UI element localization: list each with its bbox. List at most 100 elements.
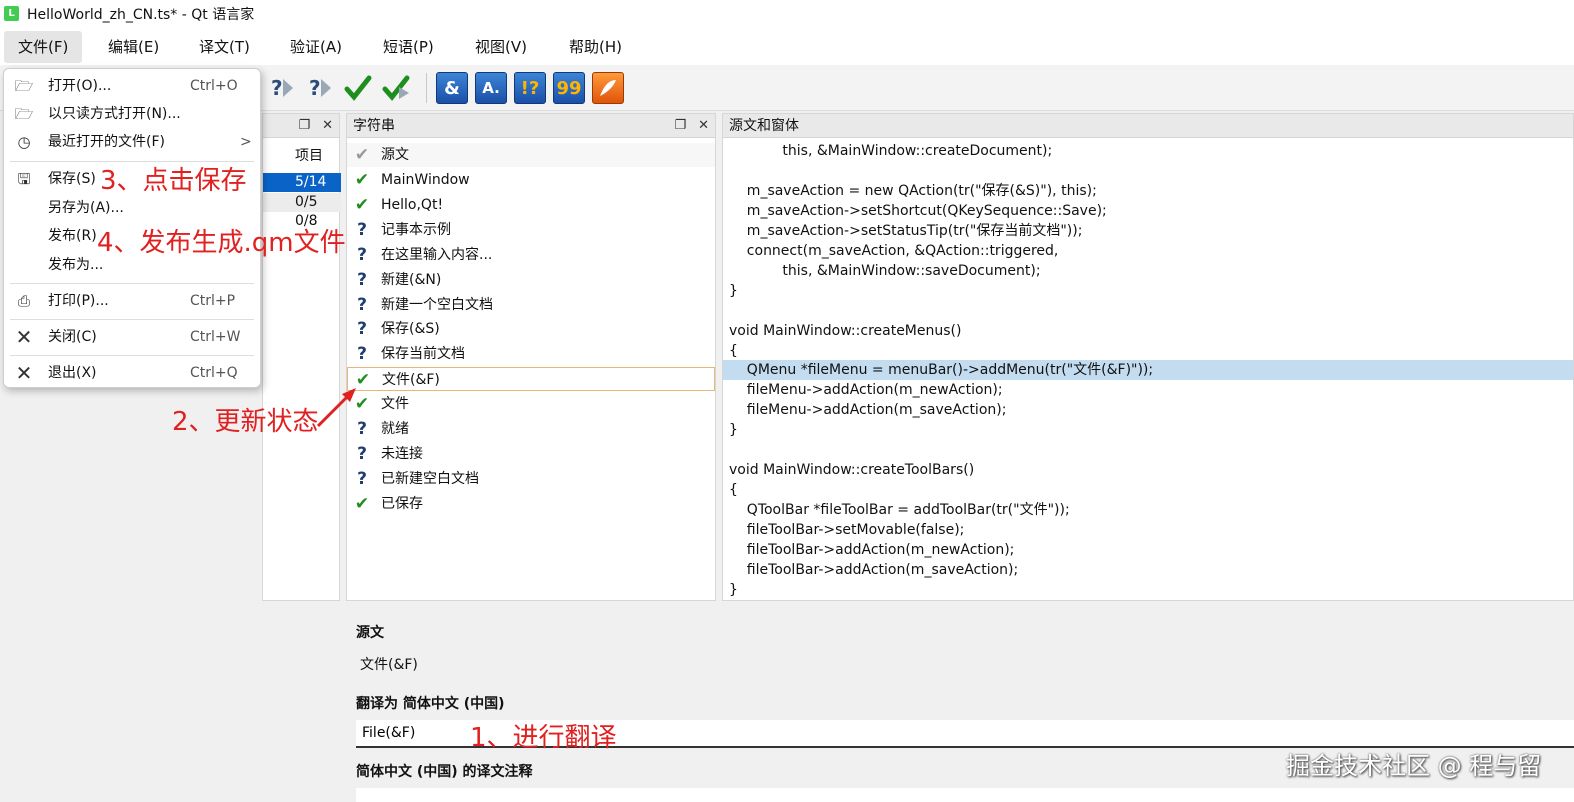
prev-unfinished-icon[interactable]: ? — [266, 72, 298, 104]
context-row-selected[interactable]: 5/14 — [263, 173, 341, 192]
menu-translation[interactable]: 译文(T) — [185, 31, 264, 63]
string-row-label: 新建(&N) — [381, 271, 442, 288]
string-row[interactable]: ? 保存(&S) — [347, 317, 715, 341]
printer-icon: ⎙ — [17, 292, 30, 310]
string-row-label: MainWindow — [381, 172, 470, 188]
question-icon: ? — [357, 269, 367, 290]
menu-view[interactable]: 视图(V) — [461, 31, 541, 63]
translate-label: 翻译为 简体中文 (中国) — [356, 696, 505, 712]
annotation-arrow — [316, 388, 356, 428]
string-row[interactable]: ? 在这里输入内容... — [347, 243, 715, 267]
string-row[interactable]: ? 记事本示例 — [347, 218, 715, 242]
menu-open-readonly-label: 以只读方式打开(N)... — [48, 106, 181, 122]
code-line: m_saveAction->setShortcut(QKeySequence::… — [729, 202, 1107, 219]
string-row[interactable]: ✔ 文件(&F) — [347, 367, 715, 392]
menu-file[interactable]: 文件(F) — [4, 31, 83, 63]
menu-recent-files[interactable]: ◷ 最近打开的文件(F) > — [4, 128, 260, 156]
menu-exit[interactable]: ✕ 退出(X) Ctrl+Q — [4, 359, 260, 387]
done-next-icon[interactable] — [342, 72, 374, 104]
title-bar: L HelloWorld_zh_CN.ts* - Qt 语言家 — [0, 0, 1574, 27]
window-title: HelloWorld_zh_CN.ts* - Qt 语言家 — [27, 6, 255, 23]
string-row[interactable]: ? 未连接 — [347, 442, 715, 466]
menu-open-readonly[interactable]: 🗁 以只读方式打开(N)... — [4, 100, 260, 128]
chevron-right-icon: > — [240, 134, 252, 150]
string-row-label: 未连接 — [381, 445, 423, 462]
ending-check-icon[interactable]: A. — [475, 72, 507, 104]
accelerator-check-icon[interactable]: & — [436, 72, 468, 104]
context-panel-title: ❐ ✕ — [263, 114, 339, 138]
string-row[interactable]: ✔ Hello,Qt! — [347, 193, 715, 217]
translation-check-icon[interactable] — [592, 72, 624, 104]
menu-print[interactable]: ⎙ 打印(P)... Ctrl+P — [4, 287, 260, 315]
menu-separator — [10, 283, 254, 284]
open-file-icon: 🗁 — [14, 77, 34, 95]
string-row-label: Hello,Qt! — [381, 196, 444, 213]
menu-open-label: 打开(O)... — [48, 78, 112, 94]
code-line: QMenu *fileMenu = menuBar()->addMenu(tr(… — [723, 360, 1573, 381]
menu-print-shortcut: Ctrl+P — [190, 293, 236, 309]
string-row[interactable]: ✔ 已保存 — [347, 492, 715, 516]
question-icon: ? — [357, 344, 367, 365]
next-unfinished-icon[interactable]: ? — [304, 72, 336, 104]
menu-release-as-label: 发布为... — [48, 257, 104, 273]
question-icon: ? — [357, 468, 367, 489]
phrase-check-icon[interactable]: !? — [514, 72, 546, 104]
string-row[interactable]: ✔ MainWindow — [347, 168, 715, 192]
string-row-label: 保存(&S) — [381, 321, 440, 338]
menu-open[interactable]: 🗁 打开(O)... Ctrl+O — [4, 72, 260, 100]
menu-open-shortcut: Ctrl+O — [190, 78, 238, 94]
close-icon[interactable]: ✕ — [698, 118, 709, 133]
code-line: fileToolBar->setMovable(false); — [729, 522, 965, 539]
string-row[interactable]: ✔ 文件 — [347, 392, 715, 416]
menu-validation[interactable]: 验证(A) — [276, 31, 356, 63]
context-panel: ❐ ✕ 项目 5/14 0/5 0/8 — [262, 113, 341, 601]
close-icon[interactable]: ✕ — [322, 118, 333, 133]
strings-header-label: 源文 — [381, 147, 409, 163]
menu-edit[interactable]: 编辑(E) — [94, 31, 173, 63]
menu-print-label: 打印(P)... — [48, 293, 109, 309]
done-icon[interactable] — [380, 72, 412, 104]
source-label: 源文 — [356, 625, 384, 641]
check-icon: ✔ — [354, 170, 370, 190]
string-row[interactable]: ? 新建一个空白文档 — [347, 293, 715, 317]
menu-bar: 文件(F) 编辑(E) 译文(T) 验证(A) 短语(P) 视图(V) 帮助(H… — [0, 27, 1574, 65]
question-icon: ? — [357, 443, 367, 464]
source-panel: 源文和窗体 this, &MainWindow::createDocument)… — [722, 113, 1574, 601]
menu-save-label: 保存(S) — [48, 171, 96, 187]
strings-panel-title-text: 字符串 — [353, 118, 395, 134]
question-icon: ? — [357, 219, 367, 240]
annotation-step2: 2、更新状态 — [172, 407, 319, 437]
menu-help[interactable]: 帮助(H) — [555, 31, 636, 63]
place-marker-check-icon[interactable]: 99 — [553, 72, 585, 104]
menu-save-as[interactable]: 另存为(A)... — [4, 194, 260, 222]
string-row-label: 文件(&F) — [382, 372, 440, 389]
code-line: QToolBar *fileToolBar = addToolBar(tr("文… — [729, 502, 1070, 519]
menu-save-as-label: 另存为(A)... — [48, 200, 124, 216]
string-row-label: 就绪 — [381, 421, 409, 437]
string-row[interactable]: ? 就绪 — [347, 417, 715, 441]
code-line: } — [729, 282, 738, 299]
context-row[interactable]: 0/5 — [263, 193, 341, 212]
app-icon: L — [4, 6, 19, 21]
open-readonly-icon: 🗁 — [14, 105, 34, 123]
strings-header[interactable]: ✔ 源文 — [347, 143, 715, 167]
strings-panel: 字符串 ❐ ✕ ✔ 源文 ✔ MainWindow ✔ Hello,Qt!? 记事本示例?… — [346, 113, 716, 601]
save-icon: 🖫 — [17, 170, 31, 188]
menu-close[interactable]: ✕ 关闭(C) Ctrl+W — [4, 323, 260, 351]
string-row[interactable]: ? 新建(&N) — [347, 268, 715, 292]
question-icon: ? — [357, 294, 367, 315]
question-icon: ? — [357, 319, 367, 340]
context-header: 项目 — [295, 148, 323, 164]
string-row[interactable]: ? 已新建空白文档 — [347, 467, 715, 491]
float-icon[interactable]: ❐ — [674, 118, 686, 133]
string-row-label: 文件 — [381, 396, 409, 413]
string-row[interactable]: ? 保存当前文档 — [347, 342, 715, 366]
exit-icon: ✕ — [15, 361, 33, 385]
annotation-step4: 4、发布生成.qm文件 — [97, 228, 346, 258]
float-icon[interactable]: ❐ — [298, 118, 310, 133]
menu-phrases[interactable]: 短语(P) — [369, 31, 448, 63]
string-row-label: 在这里输入内容... — [381, 246, 493, 263]
source-panel-title: 源文和窗体 — [723, 114, 1573, 138]
